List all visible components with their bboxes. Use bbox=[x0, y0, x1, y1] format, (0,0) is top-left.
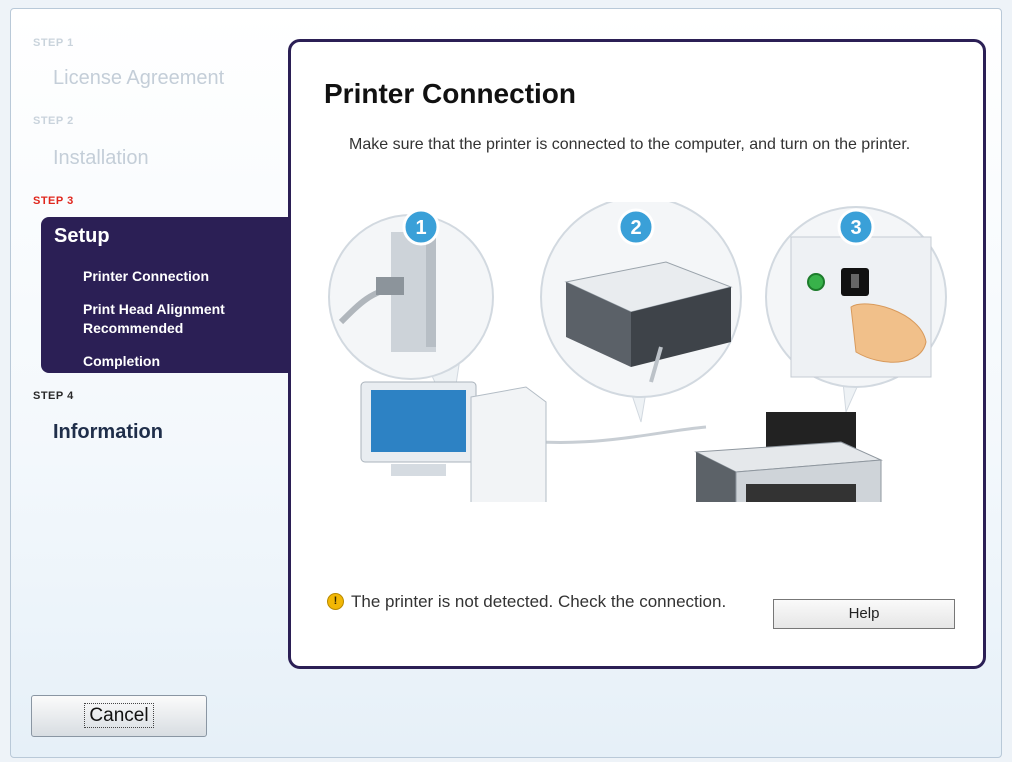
computer-image bbox=[360, 381, 547, 502]
cancel-button[interactable]: Cancel bbox=[31, 695, 207, 737]
step-1-title: License Agreement bbox=[53, 67, 225, 89]
content-panel: Printer Connection Make sure that the pr… bbox=[288, 39, 986, 669]
step-2-title: Installation bbox=[53, 147, 149, 169]
step-4-title: Information bbox=[53, 421, 163, 443]
page-title: Printer Connection bbox=[324, 78, 577, 109]
subitem-print-head-alignment: Print Head Alignment Recommended bbox=[83, 301, 225, 336]
cancel-button-label: Cancel bbox=[84, 703, 154, 728]
sidebar: STEP 1 License Agreement STEP 2 Installa… bbox=[11, 9, 291, 757]
subitem-printer-connection: Printer Connection bbox=[83, 268, 210, 284]
step-badge-2: 2 bbox=[617, 208, 655, 246]
help-button[interactable]: Help bbox=[773, 599, 955, 629]
subitem-completion: Completion bbox=[83, 353, 160, 369]
step-4-label: STEP 4 bbox=[33, 390, 74, 402]
connection-illustration: 1 2 3 bbox=[328, 202, 947, 502]
instruction-text: Make sure that the printer is connected … bbox=[349, 136, 911, 153]
setup-section: Setup Printer Connection Print Head Alig… bbox=[41, 217, 291, 373]
step-3-title: Setup bbox=[54, 225, 110, 247]
step-1-label: STEP 1 bbox=[33, 37, 74, 49]
installer-window: STEP 1 License Agreement STEP 2 Installa… bbox=[10, 8, 1002, 758]
step-badge-2-number: 2 bbox=[630, 217, 641, 239]
step-badge-3: 3 bbox=[837, 208, 875, 246]
warning-message: The printer is not detected. Check the c… bbox=[351, 592, 727, 611]
step-badge-3-number: 3 bbox=[850, 217, 861, 239]
step-3-label: STEP 3 bbox=[33, 195, 74, 207]
step-2-label: STEP 2 bbox=[33, 115, 74, 127]
warning-icon: ! bbox=[327, 593, 344, 610]
printer-image bbox=[694, 412, 883, 502]
step-badge-1: 1 bbox=[402, 208, 440, 246]
step-badge-1-number: 1 bbox=[415, 217, 426, 239]
